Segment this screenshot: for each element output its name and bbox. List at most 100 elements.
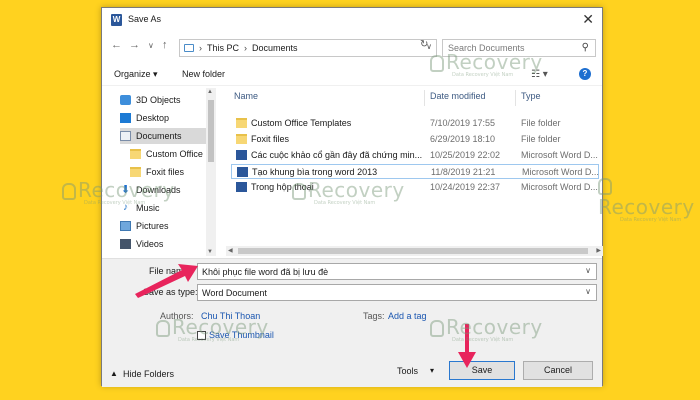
file-name: Custom Office Templates <box>251 118 352 128</box>
horizontal-scroll-thumb[interactable] <box>238 248 588 254</box>
lock-icon <box>430 320 444 337</box>
file-name-dropdown-icon[interactable]: ∨ <box>585 266 591 275</box>
file-name: Foxit files <box>251 134 290 144</box>
column-header-type[interactable]: Type <box>521 91 541 101</box>
close-icon[interactable]: ✕ <box>582 11 594 28</box>
forward-arrow-icon[interactable]: → <box>129 39 140 51</box>
watermark-logo: Recovery Data Recovery Việt Nam <box>62 178 175 206</box>
watermark-logo: Recovery Data Recovery Việt Nam <box>156 315 269 343</box>
column-header-date-modified[interactable]: Date modified <box>430 91 486 101</box>
file-date: 10/24/2019 22:37 <box>430 182 501 192</box>
watermark-logo: Recovery Data Recovery Việt Nam <box>430 315 543 343</box>
file-type: Microsoft Word D... <box>521 150 598 160</box>
file-date: 7/10/2019 17:55 <box>430 118 496 128</box>
word-doc-icon <box>236 182 247 192</box>
sidebar-item-label: Foxit files <box>146 167 185 177</box>
file-type: Microsoft Word D... <box>521 182 598 192</box>
sidebar-item-3d-objects[interactable]: 3D Objects <box>120 92 206 108</box>
tags-label: Tags: <box>363 311 385 321</box>
file-name-field[interactable]: Khôi phục file word đã bị lưu đè ∨ <box>197 263 597 280</box>
table-row[interactable]: Custom Office Templates 7/10/2019 17:55 … <box>231 116 599 131</box>
sidebar-item-pictures[interactable]: Pictures <box>120 218 206 234</box>
this-pc-icon <box>184 44 194 52</box>
sidebar-item-label: Documents <box>136 131 182 141</box>
recent-locations-icon[interactable]: ∨ <box>148 41 154 50</box>
file-type: File folder <box>521 118 561 128</box>
sidebar-scrollbar[interactable]: ▲ ▼ <box>206 88 216 256</box>
sidebar-item-label: Custom Office <box>146 149 203 159</box>
back-arrow-icon[interactable]: ← <box>111 39 122 51</box>
file-name-value: Khôi phục file word đã bị lưu đè <box>202 266 329 277</box>
scroll-left-icon[interactable]: ◀ <box>228 247 233 254</box>
3d-objects-icon <box>120 95 131 105</box>
cancel-button[interactable]: Cancel <box>523 361 593 380</box>
column-divider[interactable] <box>424 90 425 106</box>
table-row[interactable]: Tạo khung bìa trong word 2013 11/8/2019 … <box>231 164 599 179</box>
refresh-icon[interactable]: ↻ <box>420 39 428 50</box>
save-type-value: Word Document <box>202 287 267 298</box>
collapse-icon[interactable]: ▲ <box>110 369 118 378</box>
title-bar: W Save As ✕ <box>102 8 602 32</box>
breadcrumb-documents[interactable]: Documents <box>252 43 298 53</box>
sidebar-item-label: 3D Objects <box>136 95 181 105</box>
window-title: Save As <box>128 14 162 24</box>
file-type: Microsoft Word D... <box>522 167 599 177</box>
word-doc-icon <box>236 150 247 160</box>
table-row[interactable]: Foxit files 6/29/2019 18:10 File folder <box>231 132 599 147</box>
new-folder-button[interactable]: New folder <box>182 69 225 79</box>
table-row[interactable]: Trong hộp thoại 10/24/2019 22:37 Microso… <box>231 180 599 195</box>
file-list-scrollbar[interactable]: ◀ ▶ <box>226 246 603 256</box>
documents-icon <box>120 131 131 141</box>
lock-icon <box>62 183 76 200</box>
file-date: 10/25/2019 22:02 <box>430 150 501 160</box>
breadcrumb-separator-icon[interactable]: › <box>244 43 247 53</box>
search-icon: ⚲ <box>581 42 589 53</box>
tools-button[interactable]: Tools <box>397 366 418 376</box>
address-bar[interactable]: › This PC › Documents ∨ <box>179 39 437 57</box>
tools-dropdown-icon[interactable]: ▾ <box>430 366 434 375</box>
sidebar-item-custom-office[interactable]: Custom Office <box>120 146 206 162</box>
file-list: Name Date modified Type Custom Office Te… <box>226 88 602 256</box>
sidebar-scroll-thumb[interactable] <box>208 100 214 162</box>
folder-icon <box>236 134 247 144</box>
folder-icon <box>236 118 247 128</box>
column-divider[interactable] <box>515 90 516 106</box>
sidebar-item-documents[interactable]: Documents <box>120 128 206 144</box>
file-type: File folder <box>521 134 561 144</box>
scroll-down-icon[interactable]: ▼ <box>207 249 213 255</box>
chevron-down-icon[interactable]: ∨ <box>585 287 591 296</box>
scroll-right-icon[interactable]: ▶ <box>596 247 601 254</box>
organize-button[interactable]: Organize ▾ <box>114 69 158 80</box>
column-header-name[interactable]: Name <box>234 91 258 101</box>
table-row[interactable]: Các cuộc khảo cổ gần đây đã chứng min...… <box>231 148 599 163</box>
add-tag-link[interactable]: Add a tag <box>388 311 427 321</box>
word-doc-icon <box>237 167 248 177</box>
sidebar-item-label: Desktop <box>136 113 170 123</box>
save-type-select[interactable]: Word Document ∨ <box>197 284 597 301</box>
annotation-arrow-icon <box>135 264 198 298</box>
breadcrumb-this-pc[interactable]: This PC <box>207 43 239 53</box>
lock-icon <box>430 55 444 72</box>
lock-icon <box>598 178 612 195</box>
watermark-logo: Recovery Data Recovery Việt Nam <box>292 178 405 206</box>
file-date: 6/29/2019 18:10 <box>430 134 496 144</box>
watermark-logo: Recovery Data Recovery Việt Nam <box>430 50 543 78</box>
help-icon[interactable]: ? <box>579 68 591 80</box>
breadcrumb-separator-icon[interactable]: › <box>199 43 202 53</box>
file-date: 11/8/2019 21:21 <box>431 167 496 177</box>
videos-icon <box>120 239 131 249</box>
file-name: Các cuộc khảo cổ gần đây đã chứng min... <box>251 150 423 160</box>
file-name: Tạo khung bìa trong word 2013 <box>252 167 378 177</box>
navigation-pane: 3D Objects Desktop Documents Custom Offi… <box>120 88 220 256</box>
folder-icon <box>130 149 141 159</box>
scroll-up-icon[interactable]: ▲ <box>207 89 213 95</box>
sidebar-item-desktop[interactable]: Desktop <box>120 110 206 126</box>
folder-icon <box>130 167 141 177</box>
sidebar-item-label: Videos <box>136 239 164 249</box>
pictures-icon <box>120 221 131 231</box>
sidebar-item-label: Pictures <box>136 221 169 231</box>
desktop-icon <box>120 113 131 123</box>
up-arrow-icon[interactable]: ↑ <box>162 39 168 51</box>
lock-icon <box>156 320 170 337</box>
hide-folders-button[interactable]: Hide Folders <box>123 369 174 379</box>
